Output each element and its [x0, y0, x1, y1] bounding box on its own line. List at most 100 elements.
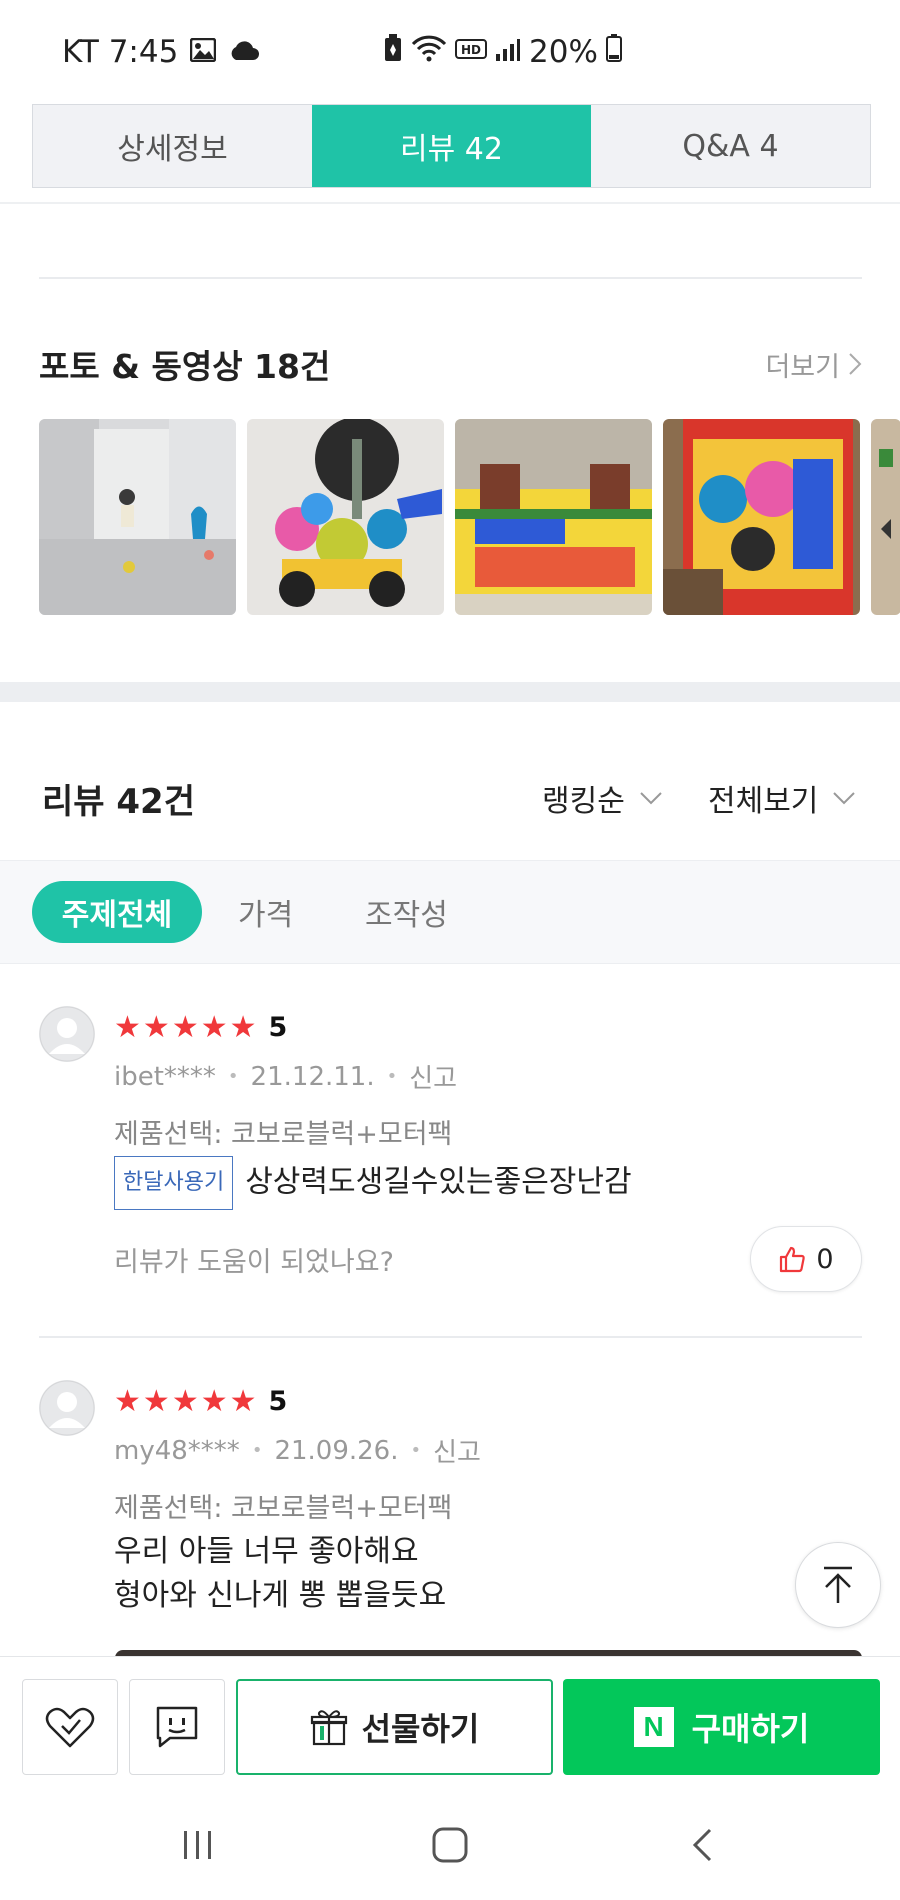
review-text-line: 형아와 신나게 뽕 뽑을듯요 — [114, 1578, 447, 1613]
chevron-right-icon — [849, 353, 862, 375]
naver-pay-logo: N — [633, 1707, 674, 1747]
review-body: 한달사용기 상상력도생길수있는좋은장난감 — [114, 1156, 632, 1210]
report-link[interactable]: 신고 — [433, 1432, 481, 1469]
review-body: 우리 아들 너무 좋아해요 형아와 신나게 뽕 뽑을듯요 — [114, 1530, 446, 1618]
tab-details[interactable]: 상세정보 — [33, 105, 312, 187]
sort-label: 랭킹순 — [542, 784, 625, 819]
back-button[interactable] — [672, 1820, 732, 1870]
star-icon: ★ — [114, 1383, 141, 1419]
tab-qna-label: Q&A 4 — [682, 128, 779, 164]
product-option: 제품선택: 코보로블럭+모터팩 — [114, 1493, 453, 1524]
battery-percent: 20% — [529, 34, 598, 70]
buy-button[interactable]: N 구매하기 — [563, 1679, 880, 1775]
scroll-to-top-button[interactable] — [795, 1542, 881, 1628]
star-icon: ★ — [200, 1383, 228, 1419]
filter-dropdown[interactable]: 전체보기 — [708, 776, 856, 820]
like-count: 0 — [816, 1243, 834, 1275]
reviewer-id: ibet**** — [114, 1061, 216, 1092]
review-separator — [39, 1336, 862, 1338]
avatar — [39, 1006, 95, 1062]
review-count-title: 리뷰 42건 — [42, 781, 195, 822]
star-icon: ★ — [171, 1383, 199, 1419]
review-item: ★ ★ ★ ★ ★ 5 ibet**** • 21.12.11. • 신고 제품… — [39, 1006, 862, 1306]
review-photo[interactable] — [663, 419, 860, 615]
avatar — [39, 1380, 95, 1436]
separator-dot: • — [251, 1440, 263, 1461]
talk-button[interactable] — [129, 1679, 225, 1775]
chat-icon — [156, 1706, 198, 1748]
gallery-icon — [190, 34, 217, 70]
report-link[interactable]: 신고 — [409, 1058, 457, 1095]
recent-apps-icon — [184, 1831, 211, 1859]
star-icon: ★ — [229, 1009, 257, 1045]
back-icon — [692, 1828, 712, 1862]
review-meta: ibet**** • 21.12.11. • 신고 — [114, 1058, 457, 1095]
section-divider — [39, 277, 862, 279]
reviews-header: 리뷰 42건 랭킹순 전체보기 — [42, 770, 862, 826]
topic-filter-bar: 주제전체 가격 조작성 — [0, 860, 900, 964]
more-label: 더보기 — [765, 351, 840, 383]
tab-reviews-label: 리뷰 42 — [400, 132, 503, 167]
star-icon: ★ — [229, 1383, 257, 1419]
more-photos-link[interactable]: 더보기 — [765, 345, 862, 384]
topic-chip-all[interactable]: 주제전체 — [32, 881, 202, 943]
wifi-icon — [411, 34, 447, 70]
tab-qna[interactable]: Q&A 4 — [591, 105, 870, 187]
chevron-down-icon — [833, 792, 856, 805]
review-photo[interactable] — [39, 419, 236, 615]
buy-label: 구매하기 — [691, 1710, 810, 1748]
review-date: 21.12.11. — [250, 1061, 375, 1092]
wishlist-button[interactable] — [22, 1679, 118, 1775]
star-icon: ★ — [142, 1009, 170, 1045]
status-left: KT 7:45 — [62, 34, 260, 70]
review-photo[interactable] — [871, 419, 900, 615]
review-photo[interactable] — [455, 419, 652, 615]
review-text-line: 우리 아들 너무 좋아해요 — [114, 1534, 419, 1569]
battery-saver-icon — [383, 34, 403, 70]
reviewer-id: my48**** — [114, 1435, 240, 1466]
star-rating: ★ ★ ★ ★ ★ 5 — [114, 1386, 287, 1417]
home-icon — [432, 1827, 468, 1863]
photo-section-header: 포토 & 동영상 18건 더보기 — [39, 340, 862, 388]
section-separator — [0, 682, 900, 702]
home-button[interactable] — [420, 1820, 480, 1870]
svg-text:HD: HD — [461, 43, 481, 57]
gift-button[interactable]: 선물하기 — [236, 1679, 553, 1775]
review-item: ★ ★ ★ ★ ★ 5 my48**** • 21.09.26. • 신고 제품… — [39, 1380, 862, 1640]
review-text: 상상력도생길수있는좋은장난감 — [245, 1164, 632, 1200]
status-bar: KT 7:45 HD 20% — [0, 0, 900, 104]
month-use-badge: 한달사용기 — [114, 1156, 234, 1210]
product-option: 제품선택: 코보로블럭+모터팩 — [114, 1119, 453, 1150]
separator-dot: • — [410, 1440, 422, 1461]
filter-label: 전체보기 — [708, 784, 819, 819]
arrow-up-icon — [824, 1566, 852, 1603]
battery-icon — [605, 34, 622, 70]
bottom-action-bar: 선물하기 N 구매하기 — [0, 1656, 900, 1790]
star-icon: ★ — [142, 1383, 170, 1419]
star-icon: ★ — [200, 1009, 228, 1045]
product-tabs: 상세정보 리뷰 42 Q&A 4 — [32, 104, 871, 188]
rating-value: 5 — [268, 1012, 288, 1043]
tab-reviews[interactable]: 리뷰 42 — [312, 105, 591, 187]
system-nav-bar — [0, 1790, 900, 1900]
photo-carousel[interactable] — [39, 419, 900, 615]
cloud-icon — [228, 34, 260, 70]
like-button[interactable]: 0 — [750, 1226, 862, 1292]
topic-chip-control[interactable]: 조작성 — [365, 881, 448, 943]
star-icon: ★ — [171, 1009, 199, 1045]
topic-chip-price[interactable]: 가격 — [238, 881, 293, 943]
sort-dropdown[interactable]: 랭킹순 — [542, 776, 663, 820]
separator-dot: • — [227, 1066, 239, 1087]
chevron-down-icon — [640, 792, 662, 805]
gift-label: 선물하기 — [361, 1710, 480, 1748]
gift-icon — [310, 1710, 347, 1746]
review-meta: my48**** • 21.09.26. • 신고 — [114, 1432, 481, 1469]
recent-apps-button[interactable] — [168, 1820, 228, 1870]
tab-divider — [0, 202, 900, 204]
star-icon: ★ — [114, 1009, 141, 1045]
rating-value: 5 — [268, 1386, 288, 1417]
review-photo[interactable] — [247, 419, 444, 615]
photo-section-title: 포토 & 동영상 18건 — [39, 347, 331, 386]
hd-voice-icon: HD — [455, 34, 487, 70]
review-date: 21.09.26. — [274, 1435, 399, 1466]
